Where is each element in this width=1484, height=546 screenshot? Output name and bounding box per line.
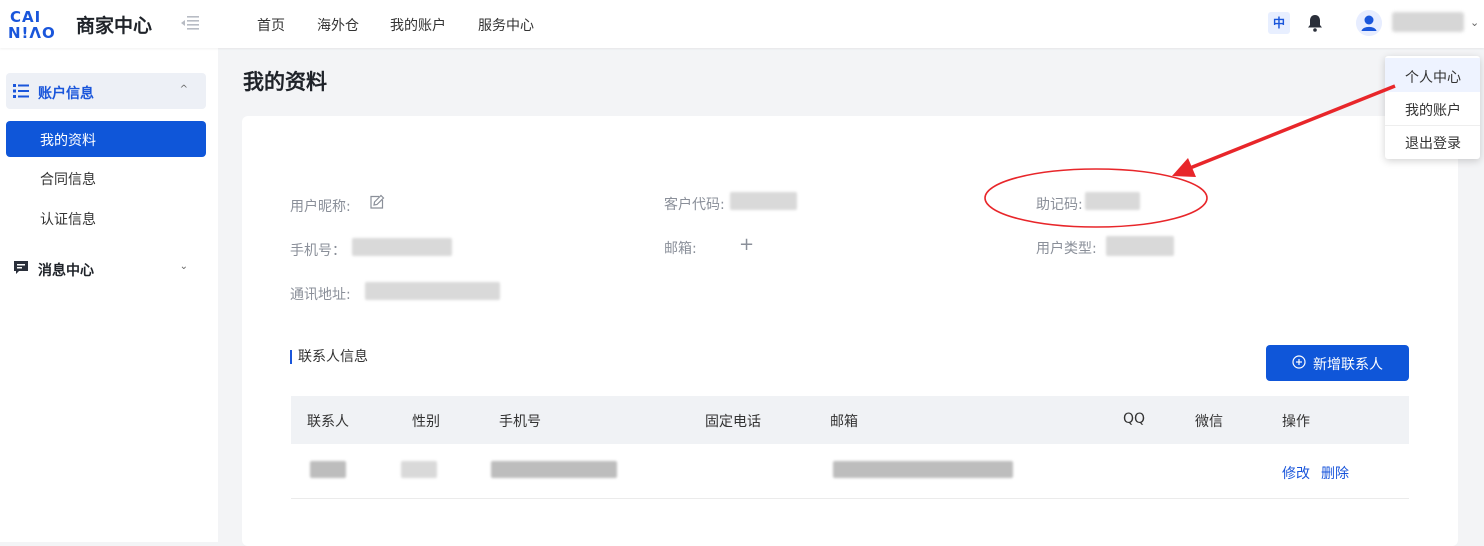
edit-icon[interactable] — [369, 194, 385, 210]
mnemonic-redacted — [1085, 192, 1140, 210]
sidebar-item-label: 我的资料 — [40, 133, 96, 149]
column-header: 联系人 — [307, 414, 349, 430]
table-row: 修改 删除 — [291, 444, 1409, 499]
top-bar: CAI N!ΛO 商家中心 首页 海外仓 我的账户 服务中心 中 ⌄ — [0, 0, 1484, 48]
sidebar-item-my-profile[interactable]: 我的资料 — [6, 121, 206, 157]
chevron-up-icon: ^ — [179, 84, 188, 95]
column-header: 性别 — [412, 414, 440, 430]
column-header: 邮箱 — [830, 414, 858, 430]
edit-contact-link[interactable]: 修改 — [1282, 463, 1310, 483]
add-contact-button[interactable]: 新增联系人 — [1266, 345, 1409, 381]
username-redacted[interactable] — [1392, 12, 1464, 32]
page-title: 我的资料 — [243, 70, 327, 94]
menu-item-label: 退出登录 — [1405, 136, 1461, 152]
column-header: 微信 — [1195, 414, 1223, 430]
menu-fold-icon[interactable] — [180, 14, 200, 32]
list-icon — [13, 84, 29, 98]
sidebar-item-label: 合同信息 — [40, 172, 96, 188]
sidebar-group-message-center[interactable]: 消息中心 ⌄ — [6, 250, 206, 286]
address-redacted — [365, 282, 500, 300]
address-label: 通讯地址: — [290, 287, 351, 303]
contact-name-redacted — [310, 461, 346, 478]
nav-service-center[interactable]: 服务中心 — [478, 15, 534, 35]
sidebar-group-label: 账户信息 — [38, 86, 94, 102]
contact-email-redacted — [833, 461, 1013, 478]
nav-overseas-warehouse[interactable]: 海外仓 — [317, 15, 359, 35]
customer-code-label: 客户代码: — [664, 197, 725, 213]
contacts-table-header: 联系人 性别 手机号 固定电话 邮箱 QQ 微信 操作 — [291, 396, 1409, 444]
mnemonic-label: 助记码: — [1036, 197, 1083, 213]
sidebar-group-account-info[interactable]: 账户信息 ^ — [6, 73, 206, 109]
email-label: 邮箱: — [664, 241, 697, 257]
phone-label: 手机号： — [290, 243, 346, 259]
logo-line-2: N!ΛO — [8, 24, 56, 42]
sidebar-item-label: 认证信息 — [40, 212, 96, 228]
menu-item-label: 个人中心 — [1405, 70, 1461, 86]
logo-line-1: CAI — [10, 8, 42, 26]
user-avatar-icon[interactable] — [1356, 10, 1382, 36]
message-icon — [14, 261, 28, 274]
cainiao-logo[interactable]: CAI N!ΛO — [8, 8, 66, 42]
nickname-label: 用户昵称: — [290, 199, 351, 215]
menu-item-my-account[interactable]: 我的账户 — [1385, 91, 1480, 125]
menu-item-personal-center[interactable]: 个人中心 — [1385, 58, 1480, 92]
chevron-down-icon: ⌄ — [179, 261, 188, 272]
menu-item-logout[interactable]: 退出登录 — [1385, 124, 1480, 158]
menu-item-label: 我的账户 — [1405, 103, 1461, 119]
user-menu-caret-icon[interactable]: ⌄ — [1470, 16, 1479, 29]
user-dropdown-menu: 个人中心 我的账户 退出登录 — [1385, 56, 1480, 159]
nav-home[interactable]: 首页 — [257, 15, 285, 35]
column-header: 固定电话 — [705, 414, 761, 430]
sidebar-item-certification-info[interactable]: 认证信息 — [6, 200, 206, 236]
gender-redacted — [401, 461, 437, 478]
customer-code-redacted — [730, 192, 797, 210]
add-email-icon[interactable]: + — [739, 234, 754, 255]
column-header: QQ — [1123, 411, 1146, 427]
brand-title: 商家中心 — [76, 15, 153, 37]
nav-my-account[interactable]: 我的账户 — [390, 15, 446, 35]
add-contact-label: 新增联系人 — [1313, 357, 1383, 373]
user-type-redacted — [1106, 236, 1174, 256]
user-type-label: 用户类型: — [1036, 241, 1097, 257]
delete-contact-link[interactable]: 删除 — [1321, 463, 1349, 483]
contact-phone-redacted — [491, 461, 617, 478]
language-switch[interactable]: 中 — [1268, 12, 1290, 34]
column-header: 手机号 — [499, 414, 541, 430]
plus-circle-icon — [1292, 355, 1306, 369]
sidebar-group-label: 消息中心 — [38, 263, 94, 279]
sidebar: 账户信息 ^ 我的资料 合同信息 认证信息 消息中心 ⌄ — [0, 48, 218, 542]
contacts-section-title: 联系人信息 — [290, 350, 368, 364]
column-header: 操作 — [1282, 414, 1310, 430]
phone-redacted — [352, 238, 452, 256]
sidebar-item-contract-info[interactable]: 合同信息 — [6, 160, 206, 196]
bell-icon[interactable] — [1305, 13, 1325, 33]
